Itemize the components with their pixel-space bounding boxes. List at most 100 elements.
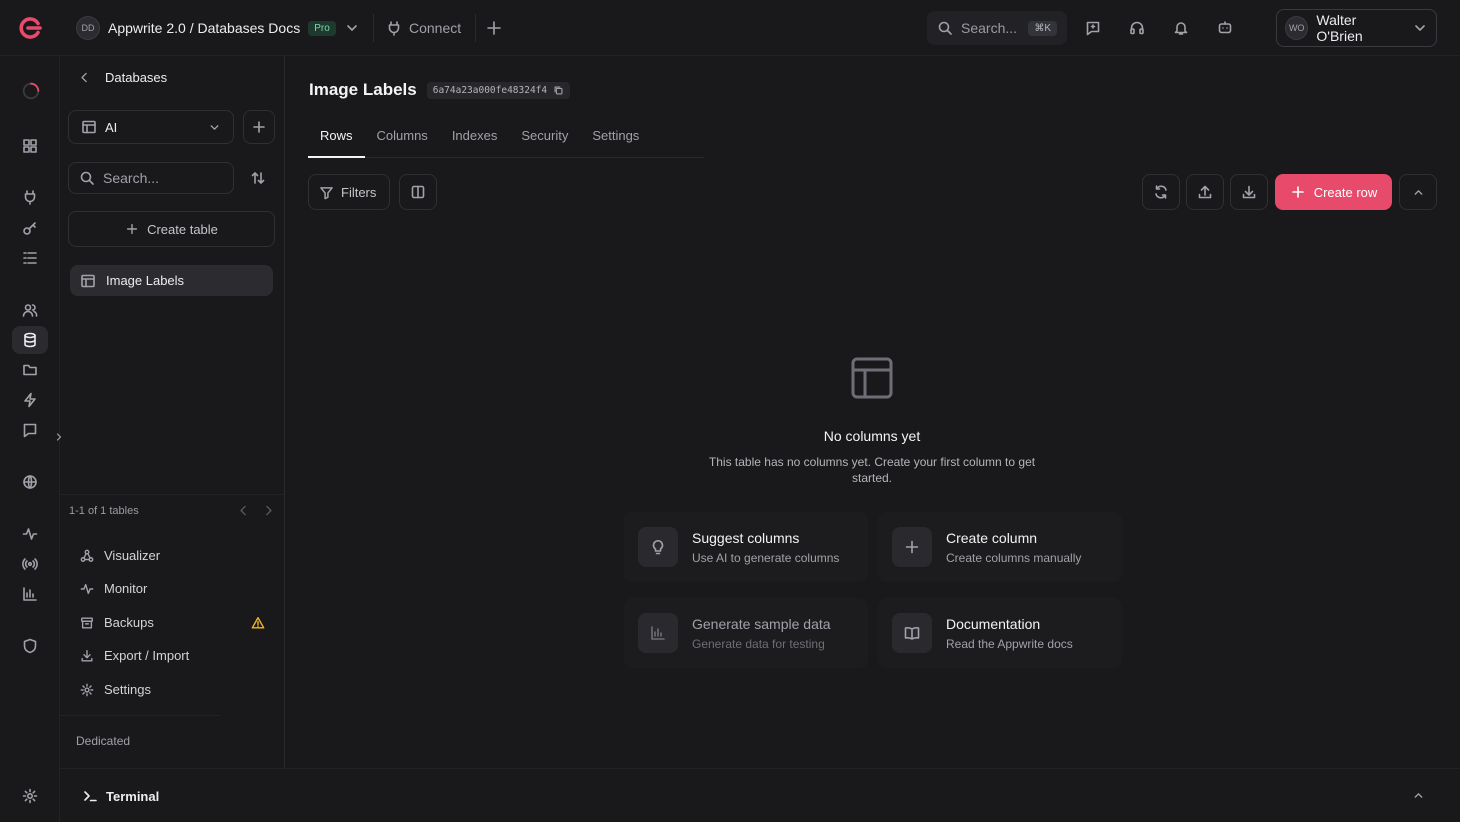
collapse-button[interactable] (1399, 174, 1437, 210)
icon-rail (0, 56, 62, 822)
table-list-item[interactable]: Image Labels (70, 265, 273, 296)
suggest-columns-card[interactable]: Suggest columns Use AI to generate column… (624, 512, 868, 582)
column-view-button[interactable] (399, 174, 437, 210)
table-id-chip[interactable]: 6a74a23a000fe48324f4 (426, 81, 571, 99)
table-search-input[interactable] (103, 170, 223, 186)
realtime-icon[interactable] (22, 556, 38, 572)
plus-icon (904, 539, 920, 555)
divider (60, 494, 284, 495)
table-icon (80, 273, 96, 289)
table-tabs: Rows Columns Indexes Security Settings (308, 120, 704, 158)
sort-icon[interactable] (250, 170, 266, 186)
connect-button[interactable]: Connect (386, 16, 461, 40)
create-column-card[interactable]: Create column Create columns manually (878, 512, 1122, 582)
backups-icon (80, 616, 94, 630)
tab-settings[interactable]: Settings (580, 120, 651, 158)
activity-icon[interactable] (22, 526, 38, 542)
next-page-icon[interactable] (262, 504, 275, 517)
search-icon (79, 170, 95, 186)
card-description: Create columns manually (946, 550, 1082, 565)
create-row-button[interactable]: Create row (1275, 174, 1392, 210)
empty-table-icon (850, 356, 894, 400)
upload-button[interactable] (1186, 174, 1224, 210)
divider (475, 14, 476, 42)
shield-icon[interactable] (22, 638, 38, 654)
bell-icon[interactable] (1173, 20, 1189, 36)
list-icon[interactable] (22, 250, 38, 266)
search-icon (937, 20, 953, 36)
database-select[interactable]: AI (68, 110, 234, 144)
refresh-icon (1153, 184, 1169, 200)
card-title: Generate sample data (692, 615, 831, 632)
usage-chart-icon[interactable] (22, 586, 38, 602)
headset-icon[interactable] (1129, 20, 1145, 36)
lightbulb-icon (650, 539, 666, 555)
documentation-card[interactable]: Documentation Read the Appwrite docs (878, 598, 1122, 668)
create-row-label: Create row (1313, 184, 1378, 200)
globe-icon[interactable] (22, 474, 38, 490)
user-menu-button[interactable]: WO Walter O'Brien (1276, 9, 1437, 47)
global-search[interactable]: Search... ⌘K (927, 11, 1067, 45)
sidebar-item-settings[interactable]: Settings (80, 682, 265, 697)
overview-icon[interactable] (22, 138, 38, 154)
functions-bolt-icon[interactable] (22, 392, 38, 408)
prev-page-icon[interactable] (237, 504, 250, 517)
card-description: Read the Appwrite docs (946, 636, 1073, 651)
sidebar-item-visualizer[interactable]: Visualizer (80, 548, 265, 563)
messaging-icon[interactable] (22, 422, 38, 438)
sidebar-item-backups[interactable]: Backups (80, 615, 265, 630)
plus-icon (1290, 184, 1306, 200)
databases-icon[interactable] (22, 332, 38, 348)
auth-users-icon[interactable] (22, 302, 38, 318)
add-database-button[interactable] (243, 110, 275, 144)
table-search-field[interactable] (68, 162, 234, 194)
plus-icon (125, 222, 139, 236)
storage-folder-icon[interactable] (22, 362, 38, 378)
user-avatar: WO (1285, 16, 1309, 40)
add-icon[interactable] (486, 20, 502, 36)
connect-label: Connect (409, 20, 462, 36)
download-icon (1241, 184, 1257, 200)
feedback-icon[interactable] (1085, 20, 1101, 36)
database-sidebar: Databases AI Create table Image Labels 1… (60, 56, 285, 768)
search-placeholder: Search... (961, 20, 1018, 36)
terminal-label: Terminal (106, 788, 160, 804)
terminal-bar[interactable]: Terminal (60, 768, 1460, 822)
tab-security[interactable]: Security (509, 120, 580, 158)
settings-gear-icon[interactable] (22, 788, 38, 804)
refresh-button[interactable] (1142, 174, 1180, 210)
sidebar-item-export-import[interactable]: Export / Import (80, 648, 265, 663)
settings-icon (80, 683, 94, 697)
terminal-prompt-icon (82, 788, 98, 804)
create-table-label: Create table (147, 221, 218, 237)
appwrite-logo-icon[interactable] (16, 14, 44, 42)
export-import-icon (80, 649, 94, 663)
sidebar-item-monitor[interactable]: Monitor (80, 581, 265, 596)
tab-columns[interactable]: Columns (365, 120, 440, 158)
key-icon[interactable] (22, 220, 38, 236)
card-title: Suggest columns (692, 529, 800, 546)
upload-icon (1197, 184, 1213, 200)
chart-icon (650, 625, 666, 641)
loading-icon (22, 82, 40, 100)
empty-state-description: This table has no columns yet. Create yo… (708, 455, 1036, 485)
assistant-icon[interactable] (1217, 20, 1233, 36)
project-switcher[interactable]: DD Appwrite 2.0 / Databases Docs Pro (76, 16, 360, 40)
chevron-down-icon (208, 121, 221, 134)
user-name: Walter O'Brien (1316, 12, 1363, 44)
generate-sample-data-card[interactable]: Generate sample data Generate data for te… (624, 598, 868, 668)
pagination-label: 1-1 of 1 tables (69, 504, 139, 517)
chevron-up-icon[interactable] (1412, 789, 1425, 802)
plus-icon (251, 119, 267, 135)
sidebar-footer-label: Dedicated (76, 734, 131, 748)
tab-indexes[interactable]: Indexes (440, 120, 510, 158)
integrations-icon[interactable] (22, 189, 38, 205)
create-table-button[interactable]: Create table (68, 211, 275, 247)
database-selected-label: AI (105, 119, 118, 135)
filters-button[interactable]: Filters (308, 174, 390, 210)
back-to-databases-link[interactable]: Databases (78, 70, 167, 85)
tab-rows[interactable]: Rows (308, 120, 365, 158)
copy-icon[interactable] (553, 85, 564, 96)
download-button[interactable] (1230, 174, 1268, 210)
card-description: Use AI to generate columns (692, 550, 840, 565)
